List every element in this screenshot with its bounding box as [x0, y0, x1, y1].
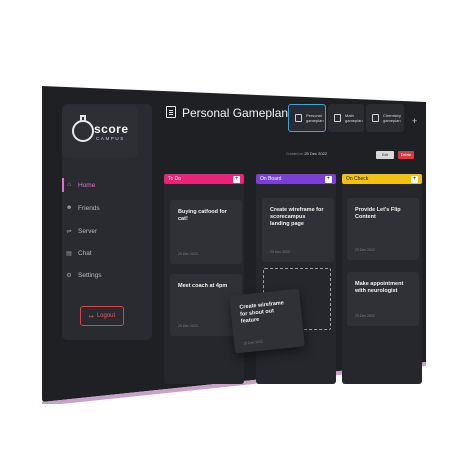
card-title: Buying catfood for cat! [178, 209, 227, 222]
card-date: 25 Dec 2022 [355, 314, 375, 318]
brand-sub: CAMPUS [96, 136, 125, 141]
logout-label: Logout [96, 313, 116, 319]
sidebar-item-chat[interactable]: ▤ Chat [66, 246, 92, 260]
column-header-oncheck: On Check + [342, 174, 422, 184]
tab-label: Math gameplan [345, 113, 363, 123]
stage: score CAMPUS ⌂ Home ☻ Friends ⇌ Server ▤… [0, 0, 472, 472]
sidebar-item-label: Settings [78, 271, 102, 279]
clipboard-icon [166, 106, 176, 118]
add-card-button[interactable]: + [325, 175, 332, 183]
server-icon: ⇌ [66, 228, 72, 235]
card-title: Create wireframe for scorecampus landing… [270, 207, 324, 227]
card-date: 25 Dec 2022 [355, 248, 375, 252]
delete-button[interactable]: Delete [398, 151, 414, 159]
sidebar-item-label: Server [78, 227, 98, 235]
chat-icon: ▤ [66, 250, 72, 257]
sidebar-item-friends[interactable]: ☻ Friends [66, 201, 100, 215]
logout-button[interactable]: ↦ Logout [80, 306, 124, 326]
settings-icon: ⚙ [66, 272, 72, 279]
card-date: 25 Dec 2022 [243, 339, 264, 346]
task-card[interactable]: Buying catfood for cat! 25 Dec 2022 [170, 200, 242, 264]
card-title: Meet coach at 4pm [178, 283, 228, 289]
brand-name: score [94, 122, 129, 136]
card-date: 25 Dec 2022 [270, 250, 290, 254]
page-title: Personal Gameplan [182, 106, 289, 120]
calendar-icon [372, 114, 379, 122]
dragging-card[interactable]: Create wireframe for shout out feature 2… [229, 288, 305, 354]
sidebar-item-label: Chat [78, 249, 92, 257]
card-title: Make appointment with neurologist [355, 281, 404, 294]
logo-icon [72, 115, 94, 142]
column-header-todo: To Do + [164, 174, 244, 184]
task-card[interactable]: Provide Let's Flip Content 25 Dec 2022 [347, 198, 419, 260]
sidebar-item-settings[interactable]: ⚙ Settings [66, 268, 102, 282]
card-date: 25 Dec 2022 [178, 324, 198, 328]
card-date: 25 Dec 2022 [178, 252, 198, 256]
column-title: To Do [168, 176, 182, 182]
task-card[interactable]: Make appointment with neurologist 25 Dec… [347, 272, 419, 326]
add-tab-button[interactable]: + [412, 116, 417, 126]
tab-label: Personal gameplan [306, 113, 324, 123]
created-label: Created on [286, 152, 304, 156]
calendar-icon [334, 114, 341, 122]
tab-math[interactable]: Math gameplan [328, 104, 364, 132]
tab-personal[interactable]: Personal gameplan [288, 104, 326, 132]
sidebar-item-server[interactable]: ⇌ Server [66, 224, 97, 238]
sidebar-item-label: Home [78, 181, 96, 189]
logout-icon: ↦ [88, 313, 94, 320]
sidebar-item-home[interactable]: ⌂ Home [66, 178, 95, 192]
add-card-button[interactable]: + [233, 175, 240, 183]
created-info: Created on 25 Dec 2022 [286, 151, 327, 156]
active-indicator [62, 178, 64, 192]
home-icon: ⌂ [67, 182, 71, 188]
tab-label: Chemistry gameplan [383, 113, 402, 123]
card-title: Create wireframe for shout out feature [239, 300, 285, 325]
edit-button[interactable]: Edit [376, 151, 394, 159]
created-date: 25 Dec 2022 [304, 151, 327, 156]
calendar-icon [295, 114, 302, 122]
card-title: Provide Let's Flip Content [355, 207, 401, 220]
tab-chemistry[interactable]: Chemistry gameplan [366, 104, 404, 132]
column-title: On Board [260, 176, 282, 182]
sidebar-item-label: Friends [78, 204, 100, 212]
column-title: On Check [346, 176, 369, 182]
column-header-onboard: On Board + [256, 174, 336, 184]
task-card[interactable]: Create wireframe for scorecampus landing… [262, 198, 334, 262]
friends-icon: ☻ [66, 205, 73, 211]
add-card-button[interactable]: + [411, 175, 418, 183]
